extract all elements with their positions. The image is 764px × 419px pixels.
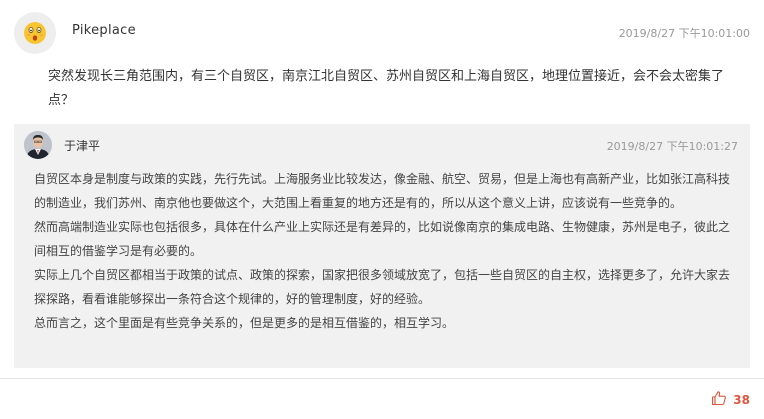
reply-paragraph: 然而高端制造业实际也包括很多，具体在什么产业上实际还是有差异的，比如说像南京的集… [34, 220, 731, 258]
reply-paragraph: 自贸区本身是制度与政策的实践，先行先试。上海服务业比较发达，像金融、航空、贸易，… [34, 172, 731, 210]
question-text: 突然发现长三角范围内，有三个自贸区，南京江北自贸区、苏州自贸区和上海自贸区，地理… [48, 69, 725, 108]
reply-paragraph: 实际上几个自贸区都相当于政策的试点、政策的探索，国家把很多领域放宽了，包括一些自… [34, 268, 731, 306]
surprised-face-icon[interactable] [14, 12, 56, 54]
question-username[interactable]: Pikeplace [72, 23, 136, 38]
like-count: 38 [733, 393, 750, 407]
reply-text: 自贸区本身是制度与政策的实践，先行先试。上海服务业比较发达，像金融、航空、贸易，… [34, 167, 740, 335]
user-photo-icon[interactable] [24, 131, 52, 159]
reply-block: 于津平 2019/8/27 下午10:01:27 自贸区本身是制度与政策的实践，… [14, 124, 750, 368]
question-timestamp: 2019/8/27 下午10:01:00 [618, 27, 750, 40]
reply-timestamp: 2019/8/27 下午10:01:27 [606, 140, 738, 153]
thumbs-up-icon[interactable] [711, 390, 727, 410]
comment-page: Pikeplace 2019/8/27 下午10:01:00 突然发现长三角范围… [0, 0, 764, 419]
divider [0, 378, 764, 379]
reply-username[interactable]: 于津平 [64, 137, 100, 154]
reply-paragraph: 总而言之，这个里面是有些竞争关系的，但是更多的是相互借鉴的，相互学习。 [34, 316, 455, 330]
like-button[interactable]: 38 [711, 390, 750, 410]
